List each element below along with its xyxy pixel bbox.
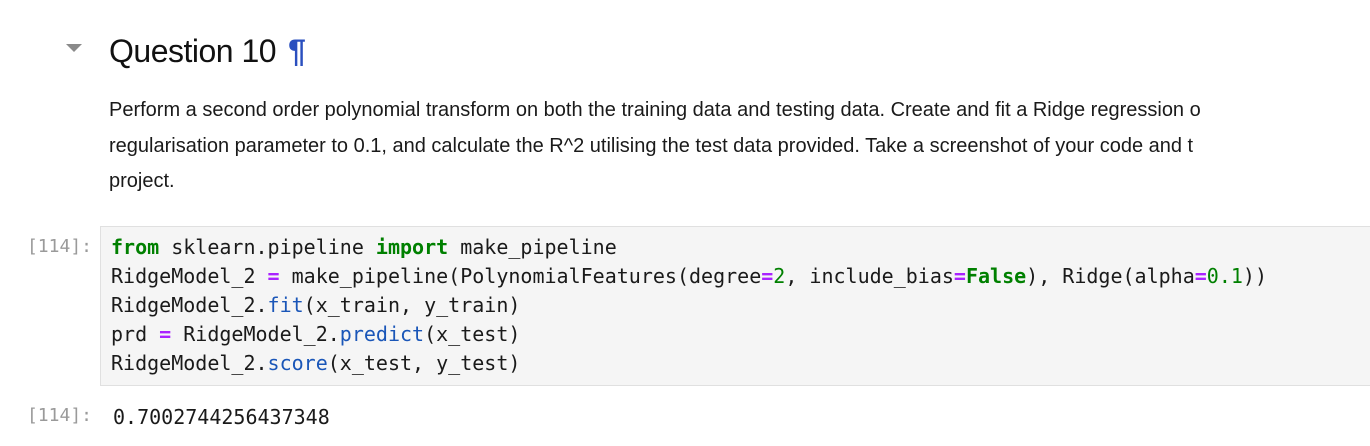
code-token: prd [111,322,160,346]
method-name: fit [267,293,304,317]
keyword: from [111,235,160,259]
code-token: make_pipeline(PolynomialFeatures(degree [279,264,762,288]
heading-anchor-link[interactable]: ¶ [288,33,306,69]
code-token: RidgeModel_2 [111,264,268,288]
paragraph-line: project. [109,170,175,192]
paragraph-line: regularisation parameter to 0.1, and cal… [109,134,1194,157]
number-literal: 2 [773,264,786,288]
code-cell-editor[interactable]: from sklearn.pipeline import make_pipeli… [100,226,1370,386]
operator: = [761,264,774,288]
method-name: score [267,351,328,375]
keyword: False [965,264,1027,288]
operator: = [953,264,966,288]
code-token: RidgeModel_2. [111,351,268,375]
markdown-paragraph: Perform a second order polynomial transf… [109,93,1370,200]
keyword: import [375,235,449,259]
operator: = [1194,264,1207,288]
code-token: (x_test) [424,322,521,346]
code-token: (x_train, y_train) [303,293,521,317]
code-token: )) [1242,264,1268,288]
code-token: RidgeModel_2. [111,293,268,317]
code-token: (x_test, y_test) [327,351,521,375]
markdown-heading: Question 10 ¶ [109,31,306,71]
output-value: 0.7002744256437348 [113,405,330,429]
operator: = [267,264,280,288]
code-text: from sklearn.pipeline import make_pipeli… [111,233,1267,378]
paragraph-line: Perform a second order polynomial transf… [109,99,1201,121]
heading-title: Question 10 [109,33,277,69]
code-token: RidgeModel_2. [171,322,340,346]
method-name: predict [339,322,425,346]
code-token: sklearn.pipeline [159,235,376,259]
number-literal: 0.1 [1206,264,1243,288]
output-prompt: [114]: [26,405,92,426]
code-token: , include_bias [785,264,954,288]
operator: = [159,322,172,346]
collapse-caret-down-icon[interactable] [66,44,82,52]
code-token: ), Ridge(alpha [1026,264,1195,288]
input-prompt: [114]: [26,236,92,257]
code-token: make_pipeline [448,235,617,259]
